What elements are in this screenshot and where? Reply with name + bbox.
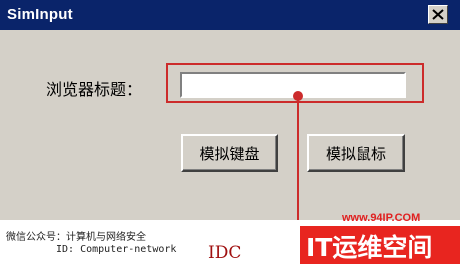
site-url-watermark: www.94IP.COM <box>342 212 421 224</box>
window-title: SimInput <box>7 6 73 23</box>
wechat-watermark: 微信公众号：计算机与网络安全 <box>6 232 146 243</box>
wechat-id-watermark: ID: Computer-network <box>56 244 177 255</box>
browser-title-label: 浏览器标题： <box>46 80 143 99</box>
idc-watermark: IDC <box>208 243 242 263</box>
close-button[interactable] <box>428 5 448 24</box>
simulate-keyboard-button[interactable]: 模拟键盘 <box>181 134 278 172</box>
brand-logo-text: IT运维空间 <box>306 233 433 262</box>
simulate-mouse-button[interactable]: 模拟鼠标 <box>307 134 405 172</box>
siminput-window: SimInput 浏览器标题： 模拟键盘 模拟鼠标 微信公众号：计算机与网络安全… <box>0 0 460 264</box>
annotation-pointer-dot <box>293 91 303 101</box>
title-bar[interactable]: SimInput <box>0 0 460 30</box>
close-icon <box>432 9 444 20</box>
